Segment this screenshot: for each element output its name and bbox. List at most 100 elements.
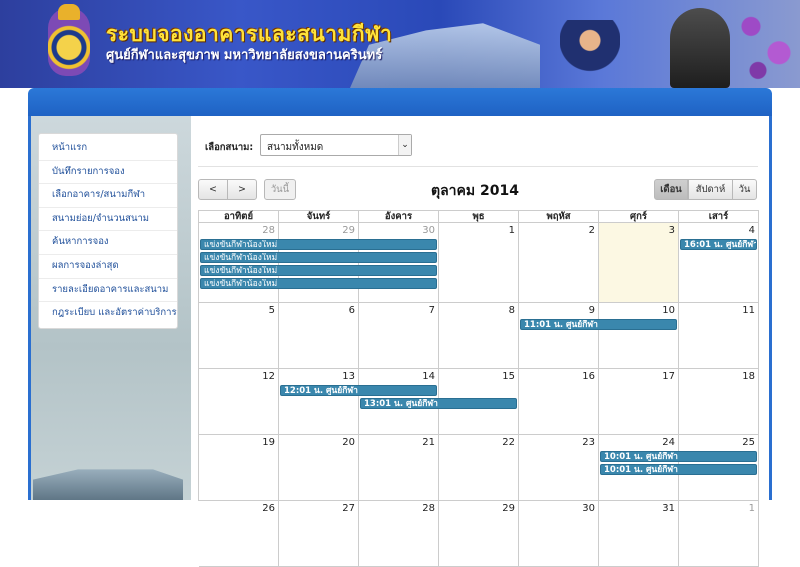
day-cell[interactable]: 13 [279,369,359,435]
sidebar-item-venue-details[interactable]: รายละเอียดอาคารและสนาม [39,279,177,303]
day-of-week-header: พฤหัส [519,211,599,223]
day-cell[interactable]: 22 [439,435,519,501]
day-cell[interactable]: 26 [199,501,279,567]
day-number: 29 [342,225,355,236]
day-number: 8 [508,305,515,316]
day-number: 22 [502,437,515,448]
day-number: 1 [508,225,515,236]
sidebar-item-rules-rates[interactable]: กฎระเบียบ และอัตราค่าบริการ [39,302,177,325]
day-cell[interactable]: 2 [519,223,599,303]
site-subtitle: ศูนย์กีฬาและสุขภาพ มหาวิทยาลัยสงขลานคริน… [106,48,383,63]
view-month-button[interactable]: เดือน [654,179,688,200]
day-number: 17 [662,371,675,382]
day-of-week-header: พุธ [439,211,519,223]
day-number: 5 [268,305,275,316]
sidebar-item-latest-results[interactable]: ผลการจองล่าสุด [39,255,177,279]
calendar-event[interactable]: 13:01 น. ศูนย์กีฬา [360,398,517,409]
day-cell[interactable]: 19 [199,435,279,501]
day-cell[interactable]: 30 [359,223,439,303]
calendar-event[interactable]: 16:01 น. ศูนย์กีฬา [680,239,757,250]
day-cell[interactable]: 1 [679,501,759,567]
day-number: 9 [588,305,595,316]
day-cell[interactable]: 12 [199,369,279,435]
day-number: 14 [422,371,435,382]
sidebar-item-select-venue[interactable]: เลือกอาคาร/สนามกีฬา [39,184,177,208]
day-cell[interactable]: 9 [519,303,599,369]
day-cell[interactable]: 17 [599,369,679,435]
day-number: 26 [262,503,275,514]
calendar-grid: อาทิตย์ จันทร์ อังคาร พุธ พฤหัส ศุกร์ เสาร์ 28 2… [198,210,759,567]
day-number: 24 [662,437,675,448]
day-cell[interactable]: 29 [439,501,519,567]
day-number: 20 [342,437,355,448]
field-select-label: เลือกสนาม: [205,142,254,153]
day-number: 23 [582,437,595,448]
day-number: 30 [422,225,435,236]
day-cell[interactable]: 4 [679,223,759,303]
prev-month-button[interactable]: < [198,179,228,200]
sidebar-menu: หน้าแรก บันทึกรายการจอง เลือกอาคาร/สนามก… [38,133,178,329]
calendar-event[interactable]: 11:01 น. ศูนย์กีฬา [520,319,677,330]
day-cell[interactable]: 6 [279,303,359,369]
day-cell[interactable]: 11 [679,303,759,369]
day-cell[interactable]: 23 [519,435,599,501]
calendar-event[interactable]: 10:01 น. ศูนย์กีฬา [600,451,757,462]
day-cell[interactable]: 3 [599,223,679,303]
day-number: 11 [742,305,755,316]
day-cell[interactable]: 29 [279,223,359,303]
day-number: 7 [428,305,435,316]
field-select[interactable]: สนามทั้งหมด ⌄ [260,134,412,156]
day-cell[interactable]: 1 [439,223,519,303]
day-cell[interactable]: 31 [599,501,679,567]
day-of-week-header: อังคาร [359,211,439,223]
day-number: 27 [342,503,355,514]
day-cell[interactable]: 28 [199,223,279,303]
calendar-event[interactable]: 12:01 น. ศูนย์กีฬา [280,385,437,396]
day-cell[interactable]: 8 [439,303,519,369]
day-cell[interactable]: 27 [279,501,359,567]
divider [198,166,758,167]
day-number: 12 [262,371,275,382]
field-select-value: สนามทั้งหมด [267,142,324,153]
next-month-button[interactable]: > [227,179,257,200]
day-number: 31 [662,503,675,514]
statue-photo [670,8,730,88]
today-button[interactable]: วันนี้ [264,179,296,200]
day-cell[interactable]: 18 [679,369,759,435]
athlete-photo [560,20,620,88]
sidebar-item-search-booking[interactable]: ค้นหาการจอง [39,231,177,255]
day-number: 13 [342,371,355,382]
day-cell[interactable]: 16 [519,369,599,435]
sidebar-item-sub-fields[interactable]: สนามย่อย/จำนวนสนาม [39,208,177,232]
day-number: 6 [348,305,355,316]
day-of-week-header: จันทร์ [279,211,359,223]
day-cell[interactable]: 28 [359,501,439,567]
day-cell[interactable]: 21 [359,435,439,501]
calendar-title: ตุลาคม 2014 [431,183,519,199]
view-day-button[interactable]: วัน [732,179,757,200]
day-number: 21 [422,437,435,448]
calendar-event[interactable]: 10:01 น. ศูนย์กีฬา [600,464,757,475]
day-number: 2 [588,225,595,236]
sidebar-item-record-booking[interactable]: บันทึกรายการจอง [39,161,177,185]
day-cell[interactable]: 30 [519,501,599,567]
sidebar-item-home[interactable]: หน้าแรก [39,137,177,161]
building-image [33,469,183,500]
day-number: 3 [668,225,675,236]
day-number: 28 [262,225,275,236]
day-cell[interactable]: 20 [279,435,359,501]
calendar-event[interactable]: แข่งขันกีฬาน้องใหม่ [200,265,437,276]
view-week-button[interactable]: สัปดาห์ [688,179,733,200]
day-of-week-header: ศุกร์ [599,211,679,223]
right-border [769,116,772,500]
calendar-event[interactable]: แข่งขันกีฬาน้องใหม่ [200,278,437,289]
day-cell[interactable]: 10 [599,303,679,369]
day-number: 19 [262,437,275,448]
day-number: 30 [582,503,595,514]
nav-strip [28,88,772,116]
calendar-event[interactable]: แข่งขันกีฬาน้องใหม่ [200,252,437,263]
calendar-event[interactable]: แข่งขันกีฬาน้องใหม่ [200,239,437,250]
header-banner: ระบบจองอาคารและสนามกีฬา ศูนย์กีฬาและสุขภ… [0,0,800,88]
day-cell[interactable]: 7 [359,303,439,369]
day-cell[interactable]: 5 [199,303,279,369]
